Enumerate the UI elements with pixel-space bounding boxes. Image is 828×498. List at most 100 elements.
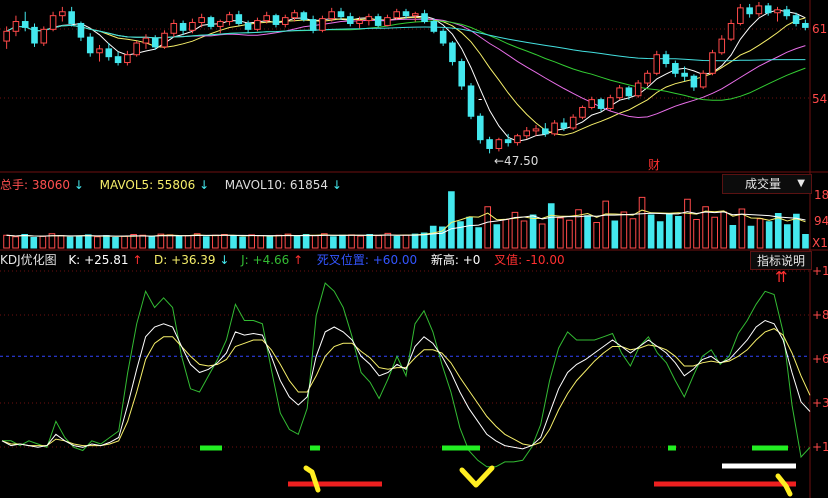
volume-bar [230, 235, 237, 249]
candle-body [634, 82, 642, 97]
candlestick [634, 80, 642, 98]
volume-bar [656, 221, 664, 249]
candlestick [31, 23, 38, 47]
candle-body [198, 17, 205, 24]
volume-bar [720, 211, 728, 249]
volume-bar [66, 236, 74, 249]
indicator-dropdown[interactable]: 成交量 ▼ [722, 174, 812, 194]
volume-bar [475, 227, 482, 249]
candle-body [356, 20, 363, 24]
candlestick [672, 60, 679, 78]
kdj-axis-label-1: +1 [812, 264, 828, 278]
candle-body [161, 32, 168, 48]
volume-bar [711, 216, 718, 249]
candle-body [718, 38, 726, 54]
volume-bar [493, 224, 501, 249]
volume-bar [166, 234, 174, 249]
candle-body [597, 99, 605, 109]
volume-bar [248, 234, 255, 249]
kdj-axis-label-3: +6 [812, 352, 828, 366]
candle-body [467, 85, 475, 117]
volume-bar [293, 235, 301, 249]
candle-body [746, 7, 753, 15]
candlestick [523, 126, 531, 139]
candle-body [12, 21, 20, 32]
candle-body [263, 15, 270, 22]
candlestick [477, 113, 484, 144]
k-arrow-icon: ↑ [132, 253, 143, 267]
candlestick [207, 15, 215, 30]
volume-bar [148, 236, 156, 249]
candle-body [792, 15, 800, 24]
volume-axis-label-top: 18 [814, 188, 828, 202]
mavol5-arrow-icon: ↓ [199, 178, 210, 192]
indicator-dropdown-label: 成交量 [745, 177, 782, 191]
volume-axis-label-mid: 94 [814, 214, 828, 228]
financial-report-badge: 财 [648, 158, 661, 172]
candlestick [226, 11, 233, 26]
candlestick [532, 125, 540, 136]
volume-bar [75, 235, 83, 249]
candlestick [486, 136, 493, 154]
cross-position-label: 死叉位置: [316, 253, 369, 267]
candle-body [477, 115, 484, 141]
candlestick [59, 6, 66, 22]
candlestick [709, 49, 716, 76]
j-arrow-icon: ↑ [293, 253, 304, 267]
d-value: +36.39 [171, 253, 216, 267]
candle-body [495, 139, 503, 149]
volume-bar [620, 211, 628, 249]
candlestick [319, 15, 326, 33]
candle-body [421, 13, 428, 23]
volume-bar [566, 219, 573, 249]
k-label: K: [68, 253, 81, 267]
candle-body [449, 42, 456, 63]
volume-bar [221, 234, 228, 249]
candle-body [86, 36, 94, 54]
candlestick [346, 12, 354, 27]
candlestick [393, 8, 400, 20]
mavol10-arrow-icon: ↓ [331, 178, 342, 192]
volume-bar [765, 221, 773, 249]
volume-bar [429, 225, 437, 249]
candlestick [86, 33, 94, 57]
candlestick [579, 105, 586, 120]
volume-bar [611, 220, 619, 249]
volume-bar [239, 236, 246, 249]
j-value: +4.66 [252, 253, 290, 267]
kdj-axis-label-2: +8 [812, 308, 828, 322]
signal-mark [303, 465, 321, 493]
candle-body [226, 14, 233, 23]
volume-bar [448, 191, 455, 249]
candle-body [189, 22, 196, 31]
price-panel [3, 2, 809, 154]
candlestick [588, 96, 596, 110]
k-value: +25.81 [84, 253, 129, 267]
volume-bar [538, 223, 546, 249]
candle-body [328, 11, 335, 20]
candlestick [40, 26, 48, 46]
candle-body [207, 17, 215, 27]
candlestick [384, 14, 391, 27]
mavol10-value: 61854 [289, 178, 329, 192]
kdj-axis-label-5: +1 [812, 440, 828, 454]
candle-body [690, 75, 698, 88]
candle-body [309, 19, 317, 31]
candle-body [588, 99, 596, 108]
kdj-axis-label-4: +3 [812, 396, 828, 410]
volume-axis-label-unit: X1 [812, 236, 828, 250]
candlestick [21, 11, 29, 32]
candle-body [384, 17, 391, 26]
volume-bar [693, 219, 700, 249]
candle-body [179, 22, 187, 31]
candlestick [597, 97, 605, 112]
volume-bar [184, 235, 192, 249]
candle-body [569, 116, 577, 129]
candle-body [439, 30, 447, 44]
volume-bar [266, 235, 274, 249]
candlestick [569, 114, 577, 130]
candle-body [365, 16, 373, 22]
candle-body [653, 54, 661, 74]
volume-bar [139, 234, 147, 249]
candlestick [374, 13, 382, 28]
